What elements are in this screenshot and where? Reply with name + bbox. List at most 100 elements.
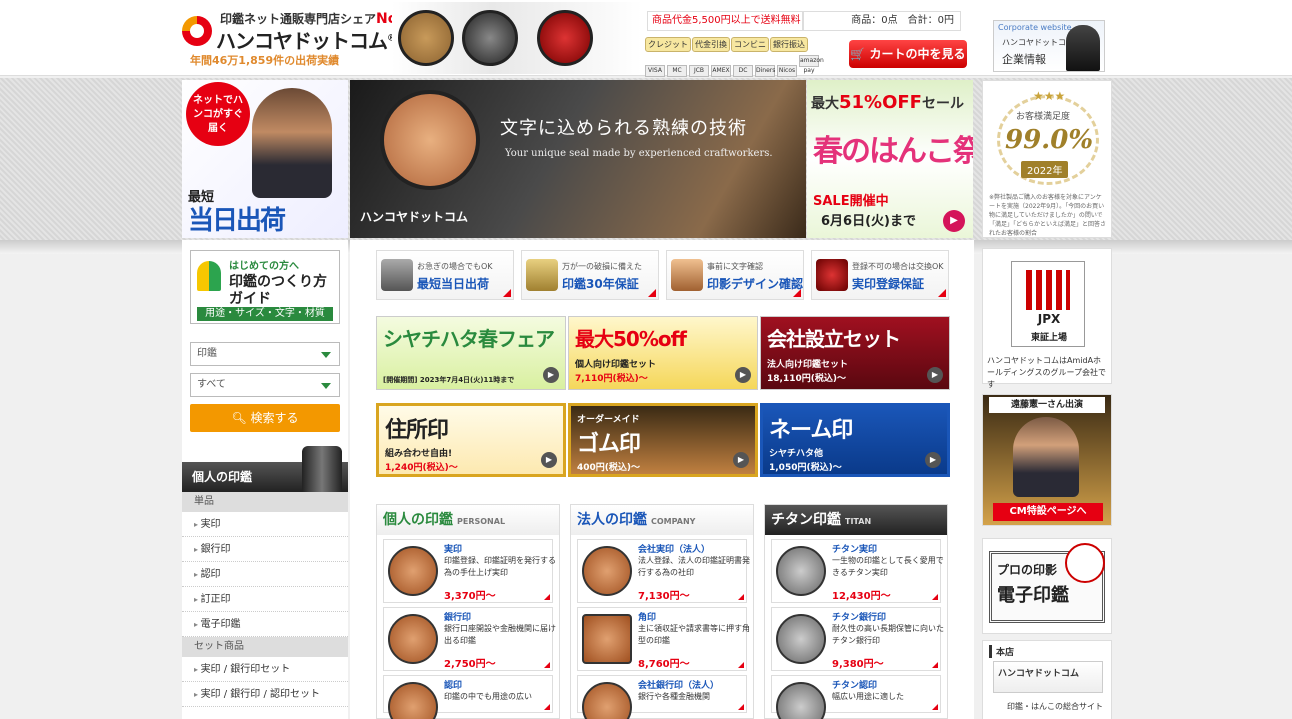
beginner-mark-icon: [197, 261, 221, 291]
pro-line1: プロの印影: [997, 563, 1058, 577]
seal-image-black: [462, 10, 518, 66]
product-name: チタン実印: [832, 545, 878, 555]
honten-label: 本店: [989, 645, 1014, 658]
banner-address-stamp[interactable]: 住所印 組み合わせ自由! 1,240円(税込)〜 ▶: [376, 403, 566, 477]
sale-title: 春のはんこ祭: [813, 134, 973, 169]
feature-same-day[interactable]: お急ぎの場合でもOK 最短当日出荷: [376, 250, 514, 300]
product-price: 3,370円〜: [444, 591, 496, 602]
corporate-link[interactable]: Corporate website ハンコヤドットコム 企業情報: [993, 20, 1105, 72]
product-card[interactable]: 角印 主に領収証や請求書等に押す角型の印鑑 8,760円〜: [577, 607, 750, 671]
product-desc: 印鑑登録、印鑑証明を発行する為の手仕上げ実印: [444, 556, 556, 577]
banner-price: 1,050円(税込)〜: [769, 463, 842, 473]
banner-arrow-icon: ▶: [925, 452, 941, 468]
visa-icon: VISA: [645, 65, 665, 77]
product-card[interactable]: 実印 印鑑登録、印鑑証明を発行する為の手仕上げ実印 3,370円〜: [383, 539, 556, 603]
hero-subtitle: Your unique seal made by experienced cra…: [505, 148, 773, 159]
spokesperson-image: [252, 88, 332, 198]
jpx-sub: 東証上場: [1030, 333, 1067, 343]
sidebar-item-set3[interactable]: 実印 / 銀行印 / 認印セット: [182, 682, 348, 707]
column-heading[interactable]: チタン印鑑 TITAN: [765, 505, 947, 535]
same-day-shipping-banner[interactable]: ネットでハンコがすぐ届く 最短 当日出荷: [182, 80, 348, 238]
product-card[interactable]: 銀行印 銀行口座開設や金融機関に届け出る印鑑 2,750円〜: [383, 607, 556, 671]
view-cart-button[interactable]: 🛒 カートの中を見る: [849, 40, 967, 68]
banner-title: 会社設立セット: [767, 327, 901, 351]
banner-arrow-icon: ▶: [733, 452, 749, 468]
sidebar-item-jitsuin[interactable]: 実印: [182, 512, 348, 537]
honten-name: ハンコヤドットコム: [993, 661, 1103, 693]
main-store-banner[interactable]: 本店 ハンコヤドットコム 印鑑・はんこの総合サイト: [982, 640, 1112, 719]
banner-arrow-icon: ▶: [927, 367, 943, 383]
amazon-pay-icon: amazon pay: [799, 55, 824, 74]
electronic-seal-banner[interactable]: プロの印影 電子印鑑: [982, 538, 1112, 634]
sidebar-item-teiseiin[interactable]: 訂正印: [182, 587, 348, 612]
main-content: お急ぎの場合でもOK 最短当日出荷 万が一の破損に備えた 印鑑30年保証 事前に…: [350, 240, 974, 719]
left-sidebar: はじめての方へ 印鑑のつくり方 ガイド 用途・サイズ・文字・材質 印鑑 すべて …: [182, 240, 348, 719]
jpx-listing-banner[interactable]: JPX 東証上場 ハンコヤドットコムはAmidAホールディングスのグループ会社で…: [982, 248, 1112, 389]
feature-small: お急ぎの場合でもOK: [417, 262, 493, 271]
banner-title: 住所印: [385, 418, 449, 443]
sale-status: SALE開催中: [813, 194, 889, 209]
feature-big: 最短当日出荷: [417, 277, 490, 291]
cart-summary: 商品：0点 合計：0円: [803, 11, 961, 31]
shipment-stat: 年間46万1,859件の出荷実績: [190, 54, 340, 67]
feature-design-check[interactable]: 事前に文字確認 印影デザイン確認: [666, 250, 804, 300]
logo-mark-icon: [182, 16, 212, 46]
banner-sub: 組み合わせ自由!: [385, 449, 453, 459]
sidebar-item-mitomein[interactable]: 認印: [182, 562, 348, 587]
hero-stamp-image: [380, 90, 480, 190]
free-shipping-notice: 商品代金5,500円以上で送料無料: [647, 11, 803, 31]
banner-personal-set-sale[interactable]: 最大50%off 個人向け印鑑セット 7,110円(税込)〜 ▶: [568, 316, 758, 390]
header-hanko-image: [392, 2, 642, 74]
corporate-person-image: [1066, 25, 1100, 71]
payment-methods: クレジット 代金引換 コンビニ 銀行振込: [645, 37, 825, 52]
site-logo[interactable]: 印鑑ネット通販専門店シェアNo.1 ハンコヤドットコム® 年間46万1,859件…: [182, 8, 412, 68]
column-heading[interactable]: 個人の印鑑 PERSONAL: [377, 505, 559, 535]
search-button[interactable]: 🔍︎ 検索する: [190, 404, 340, 432]
guide-title2: ガイド: [229, 291, 271, 307]
sidebar-item-denshi[interactable]: 電子印鑑: [182, 612, 348, 637]
corporate-name: ハンコヤドットコム: [1002, 38, 1074, 47]
product-card[interactable]: 認印 印鑑の中でも用途の広い: [383, 675, 553, 719]
feature-registration-guarantee[interactable]: 登録不可の場合は交換OK 実印登録保証: [811, 250, 949, 300]
banner-sub: 個人向け印鑑セット: [575, 360, 657, 370]
banner-shachihata-fair[interactable]: シヤチハタ春フェア [開催期間] 2023年7月4日(火)11時まで ▶: [376, 316, 566, 390]
feature-30yr-warranty[interactable]: 万が一の破損に備えた 印鑑30年保証: [521, 250, 659, 300]
product-name: 角印: [638, 613, 657, 623]
banner-name-stamp[interactable]: ネーム印 シヤチハタ他 1,050円(税込)〜 ▶: [760, 403, 950, 477]
sidebar-menu: 単品 実印 銀行印 認印 訂正印 電子印鑑 セット商品 実印 / 銀行印セット …: [182, 492, 348, 707]
product-card[interactable]: 会社実印（法人） 法人登録、法人の印鑑証明書発行する為の社印 7,130円〜: [577, 539, 750, 603]
product-name: 会社実印（法人）: [638, 545, 711, 555]
seal-guide-banner[interactable]: はじめての方へ 印鑑のつくり方 ガイド 用途・サイズ・文字・材質: [190, 250, 340, 324]
cm-special-banner[interactable]: 遠藤憲一さん出演 CM特設ページへ: [982, 394, 1112, 526]
spring-sale-banner[interactable]: 最大51%OFFセール 春のはんこ祭 SALE開催中 6月6日(火)まで ▶: [807, 80, 973, 238]
banner-title: ゴム印: [577, 432, 641, 457]
product-price: 12,430円〜: [832, 591, 891, 602]
sidebar-item-ginkouin[interactable]: 銀行印: [182, 537, 348, 562]
product-card[interactable]: チタン銀行印 耐久性の高い長期保管に向いたチタン銀行印 9,380円〜: [771, 607, 944, 671]
banner-company-set[interactable]: 会社設立セット 法人向け印鑑セット 18,110円(税込)〜 ▶: [760, 316, 950, 390]
dc-icon: DC: [733, 65, 753, 77]
actor-image: [1013, 417, 1079, 497]
payment-bank: 銀行振込: [770, 37, 808, 52]
product-desc: 一生物の印鑑として長く愛用できるチタン実印: [832, 556, 944, 577]
banner-arrow-icon: ▶: [543, 367, 559, 383]
personal-seal-column: 個人の印鑑 PERSONAL 実印 印鑑登録、印鑑証明を発行する為の手仕上げ実印 3,…: [376, 504, 560, 719]
hero-banner[interactable]: 文字に込められる熟練の技術 Your unique seal made by e…: [350, 80, 806, 238]
banner-rubber-stamp[interactable]: オーダーメイド ゴム印 400円(税込)〜 ▶: [568, 403, 758, 477]
scope-select[interactable]: すべて: [190, 373, 340, 397]
logo-name: ハンコヤドットコム®: [216, 29, 396, 53]
banner-sub: 法人向け印鑑セット: [767, 360, 849, 370]
product-card[interactable]: チタン認印 幅広い用途に適した: [771, 675, 941, 719]
product-image: [776, 546, 826, 596]
product-card[interactable]: チタン実印 一生物の印鑑として長く愛用できるチタン実印 12,430円〜: [771, 539, 944, 603]
category-select[interactable]: 印鑑: [190, 342, 340, 366]
satisfaction-badge: ★★★ お客様満足度 99.0% 2022年 ※弊社製品ご購入のお客様を対象にア…: [982, 80, 1112, 238]
banner-title: ネーム印: [769, 418, 853, 443]
product-image: [388, 682, 438, 719]
product-card[interactable]: 会社銀行印（法人） 銀行や各種金融機関: [577, 675, 747, 719]
payment-convenience: コンビニ: [731, 37, 769, 52]
sale-date: 6月6日(火)まで: [821, 214, 916, 229]
sidebar-item-set2[interactable]: 実印 / 銀行印セット: [182, 657, 348, 682]
pro-line2: 電子印鑑: [997, 585, 1069, 606]
column-heading[interactable]: 法人の印鑑 COMPANY: [571, 505, 753, 535]
